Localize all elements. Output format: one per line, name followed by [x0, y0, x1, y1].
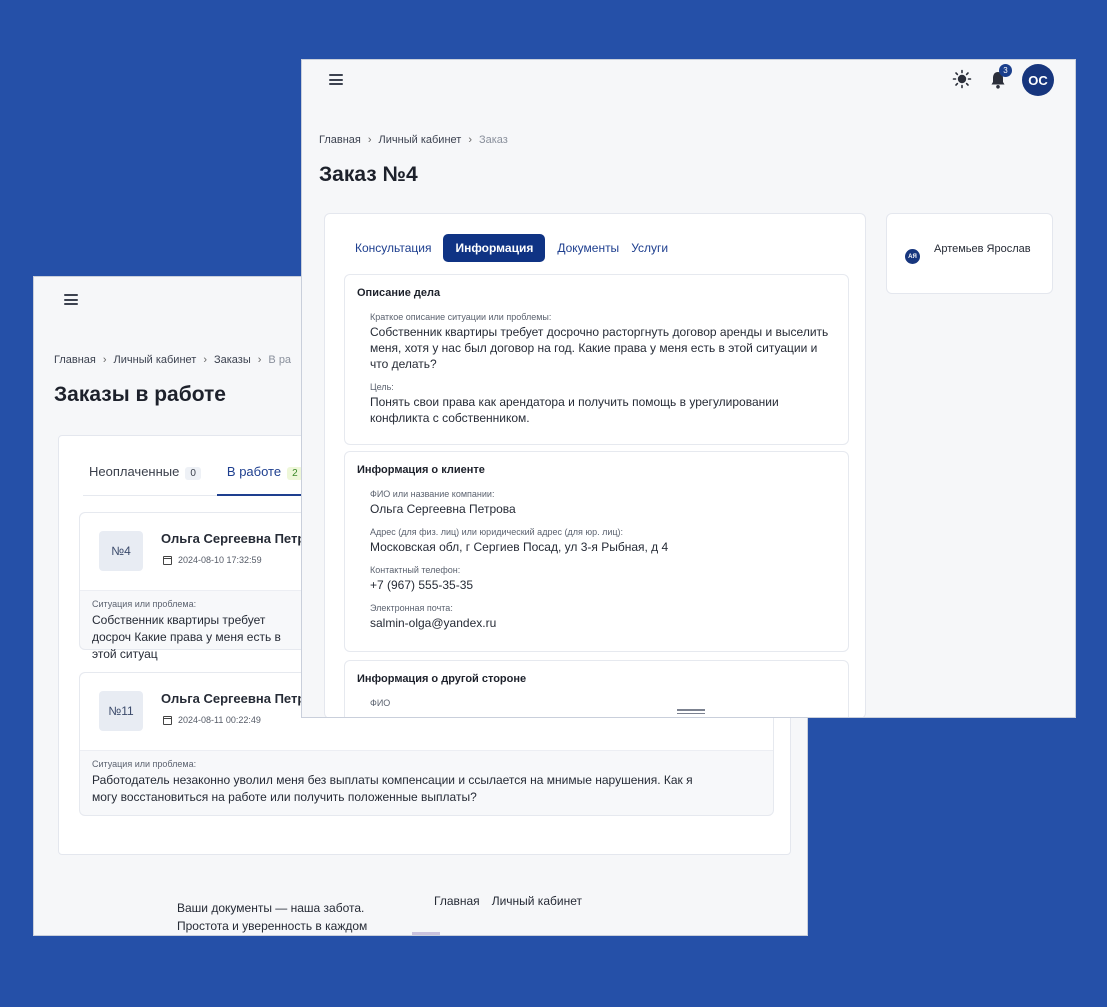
breadcrumb-cabinet[interactable]: Личный кабинет — [114, 354, 197, 366]
breadcrumb: Главная › Личный кабинет › Заказ — [319, 134, 508, 146]
tab-information[interactable]: Информация — [443, 234, 546, 262]
scroll-indicator — [412, 932, 440, 935]
tab-in-progress[interactable]: В работе 2 — [216, 464, 313, 496]
field-label: Краткое описание ситуации или проблемы: — [370, 312, 552, 322]
order-details-panel: Консультация Информация Документы Услуги… — [324, 213, 866, 717]
field-label: Контактный телефон: — [370, 565, 461, 575]
section-title: Информация о другой стороне — [357, 673, 527, 685]
tab-label: Неоплаченные — [89, 464, 180, 479]
field-label: Адрес (для физ. лиц) или юридический адр… — [370, 527, 624, 537]
order-window: 3 ОС Главная › Личный кабинет › Заказ Заказ … — [301, 59, 1076, 718]
order-tabs: Консультация Информация Документы Услуги — [355, 234, 680, 262]
footer-slogan: Ваши документы — наша забота. Простота и… — [177, 901, 368, 933]
notification-count: 3 — [999, 64, 1012, 77]
field-label: ФИО — [370, 698, 391, 708]
order-number: №4 — [99, 531, 143, 571]
client-info-section: Информация о клиенте ФИО или название ко… — [344, 451, 849, 652]
sun-icon[interactable] — [952, 69, 972, 89]
specialist-avatar: АЯ — [905, 249, 920, 264]
menu-icon[interactable] — [329, 74, 343, 85]
field-label: Цель: — [370, 382, 394, 392]
breadcrumb-orders[interactable]: Заказы — [214, 354, 251, 366]
client-name: Ольга Сергеевна Петр — [161, 691, 306, 706]
tab-unpaid[interactable]: Неоплаченные 0 — [89, 464, 201, 496]
notifications-button[interactable]: 3 — [988, 64, 1012, 90]
field-label: ФИО или название компании: — [370, 489, 495, 499]
breadcrumb-home[interactable]: Главная — [54, 354, 96, 366]
resize-handle[interactable] — [677, 709, 705, 715]
order-number: №11 — [99, 691, 143, 731]
section-title: Описание дела — [357, 287, 441, 299]
tab-label: В работе — [226, 464, 282, 479]
breadcrumb-cabinet[interactable]: Личный кабинет — [379, 134, 462, 146]
breadcrumb: Главная › Личный кабинет › Заказы › В ра — [54, 354, 292, 366]
section-title: Информация о клиенте — [357, 464, 485, 476]
breadcrumb-home[interactable]: Главная — [319, 134, 361, 146]
page-title: Заказы в работе — [54, 383, 226, 406]
client-phone-value: +7 (967) 555-35-35 — [370, 578, 474, 592]
client-email-value: salmin-olga@yandex.ru — [370, 616, 497, 630]
calendar-icon — [163, 555, 172, 565]
tab-services[interactable]: Услуги — [631, 234, 668, 262]
case-description-section: Описание дела Краткое описание ситуации … — [344, 274, 849, 445]
problem-label: Ситуация или проблема: — [92, 759, 197, 769]
specialist-panel: АЯ Артемьев Ярослав — [886, 213, 1053, 294]
count-badge: 0 — [185, 467, 201, 480]
field-value: Понять свои права как арендатора и получ… — [370, 395, 779, 425]
page-title: Заказ №4 — [319, 163, 418, 186]
calendar-icon — [163, 715, 172, 725]
problem-text: Собственник квартиры требует досроч Каки… — [92, 613, 281, 661]
tab-documents[interactable]: Документы — [557, 234, 619, 262]
breadcrumb-current: В ра — [268, 354, 292, 366]
menu-icon[interactable] — [64, 294, 78, 305]
footer-links: Главная Личный кабинет — [434, 894, 594, 908]
field-value: Собственник квартиры требует досрочно ра… — [370, 325, 829, 371]
order-date: 2024-08-11 00:22:49 — [163, 715, 261, 725]
order-date: 2024-08-10 17:32:59 — [163, 555, 262, 565]
specialist-name[interactable]: Артемьев Ярослав — [934, 241, 1034, 257]
client-address-value: Московская обл, г Сергиев Посад, ул 3-я … — [370, 540, 669, 554]
client-name: Ольга Сергеевна Петр — [161, 531, 306, 546]
other-party-section: Информация о другой стороне ФИО — [344, 660, 849, 717]
client-name-value: Ольга Сергеевна Петрова — [370, 502, 516, 516]
breadcrumb-current: Заказ — [478, 134, 508, 146]
orders-tabs: Неоплаченные 0 В работе 2 — [89, 464, 329, 496]
problem-text: Работодатель незаконно уволил меня без в… — [92, 773, 693, 804]
user-avatar[interactable]: ОС — [1022, 64, 1054, 96]
footer-link-home[interactable]: Главная — [434, 894, 480, 908]
field-label: Электронная почта: — [370, 603, 453, 613]
footer-link-cabinet[interactable]: Личный кабинет — [492, 894, 582, 908]
tab-consultation[interactable]: Консультация — [355, 234, 431, 262]
